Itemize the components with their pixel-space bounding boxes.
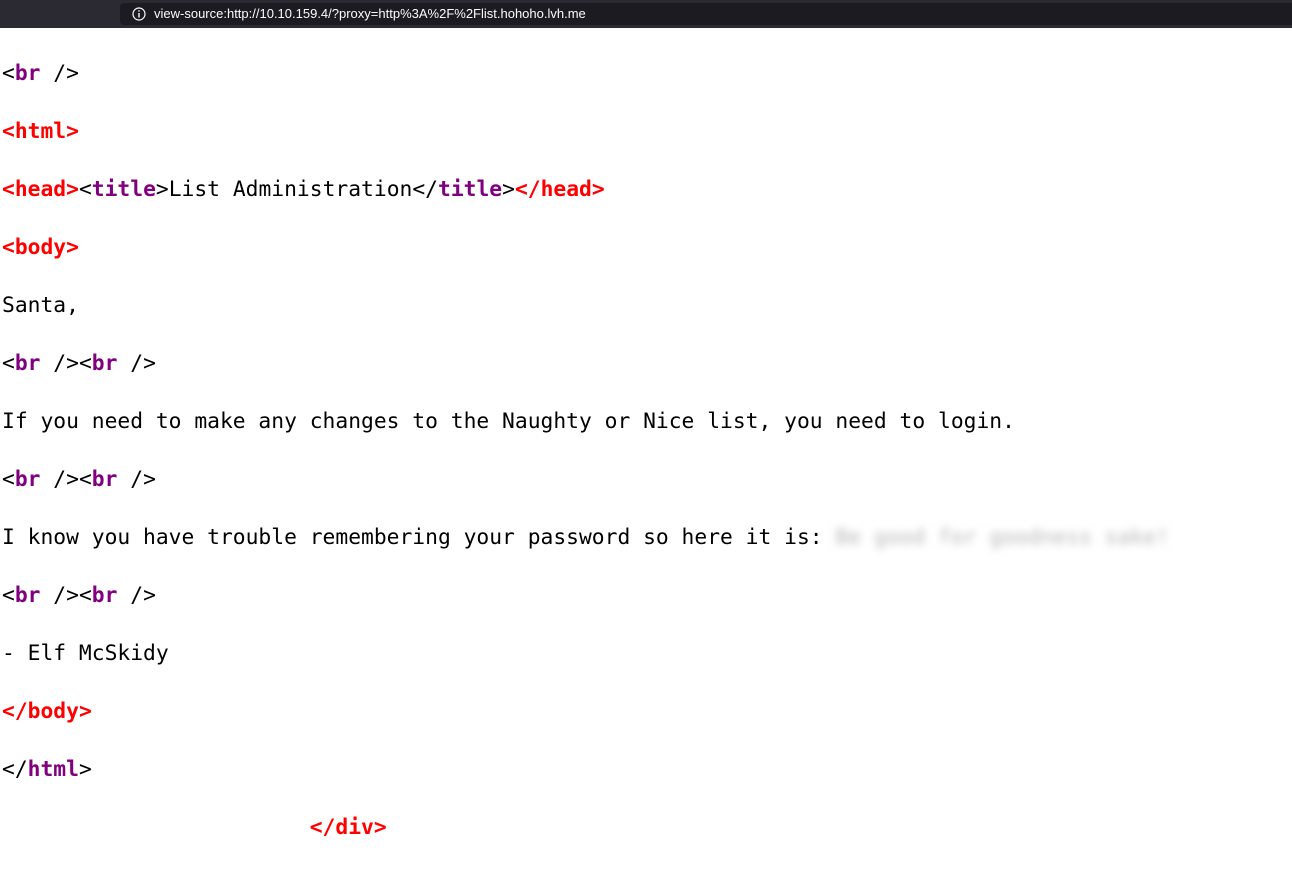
url-text: view-source:http://10.10.159.4/?proxy=ht… — [154, 6, 586, 21]
page-source-view: <br /> <html> <head><title>List Administ… — [2, 30, 1169, 870]
tag-name: body — [27, 699, 79, 724]
tag-name: body — [14, 235, 67, 260]
source-line: I know you have trouble remembering your… — [2, 523, 1169, 552]
source-line: <br /><br /> — [2, 583, 156, 608]
tag-name: br — [91, 467, 118, 492]
browser-address-bar: view-source:http://10.10.159.4/?proxy=ht… — [0, 0, 1292, 28]
tag-name: title — [91, 177, 156, 202]
title-text: List Administration — [168, 177, 413, 202]
source-line: Santa, — [2, 291, 1169, 320]
source-line: </div> — [309, 815, 387, 840]
tag-name: br — [14, 351, 41, 376]
tag-name: head — [14, 177, 67, 202]
redacted-password: Be good for goodness sake! — [835, 525, 1169, 550]
tag-name: br — [14, 583, 41, 608]
password-text: I know you have trouble remembering your… — [2, 525, 836, 550]
source-line: <br /><br /> — [2, 467, 156, 492]
source-line: </body> — [2, 699, 92, 724]
source-line: If you need to make any changes to the N… — [2, 407, 1169, 436]
tag-name: html — [27, 757, 79, 782]
source-line: <html> — [2, 119, 79, 144]
tag-name: br — [14, 61, 41, 86]
source-line: <head><title>List Administration</title>… — [2, 177, 605, 202]
info-icon[interactable] — [132, 7, 146, 21]
tag-name: br — [91, 583, 118, 608]
tag-name: br — [91, 351, 118, 376]
login-text: If you need to make any changes to the N… — [2, 409, 1015, 434]
tag-name: br — [14, 467, 41, 492]
source-line: </html> — [2, 757, 92, 782]
source-line: <body> — [2, 235, 79, 260]
url-field[interactable]: view-source:http://10.10.159.4/?proxy=ht… — [120, 3, 1292, 25]
source-line: <br /><br /> — [2, 351, 156, 376]
source-line: - Elf McSkidy — [2, 639, 1169, 668]
greeting-text: Santa, — [2, 293, 79, 318]
signature-text: - Elf McSkidy — [2, 641, 169, 666]
tag-name: html — [14, 119, 67, 144]
tag-name: div — [335, 815, 374, 840]
tag-name: head — [540, 177, 592, 202]
tag-name: title — [438, 177, 503, 202]
source-line: <br /> — [2, 61, 79, 86]
